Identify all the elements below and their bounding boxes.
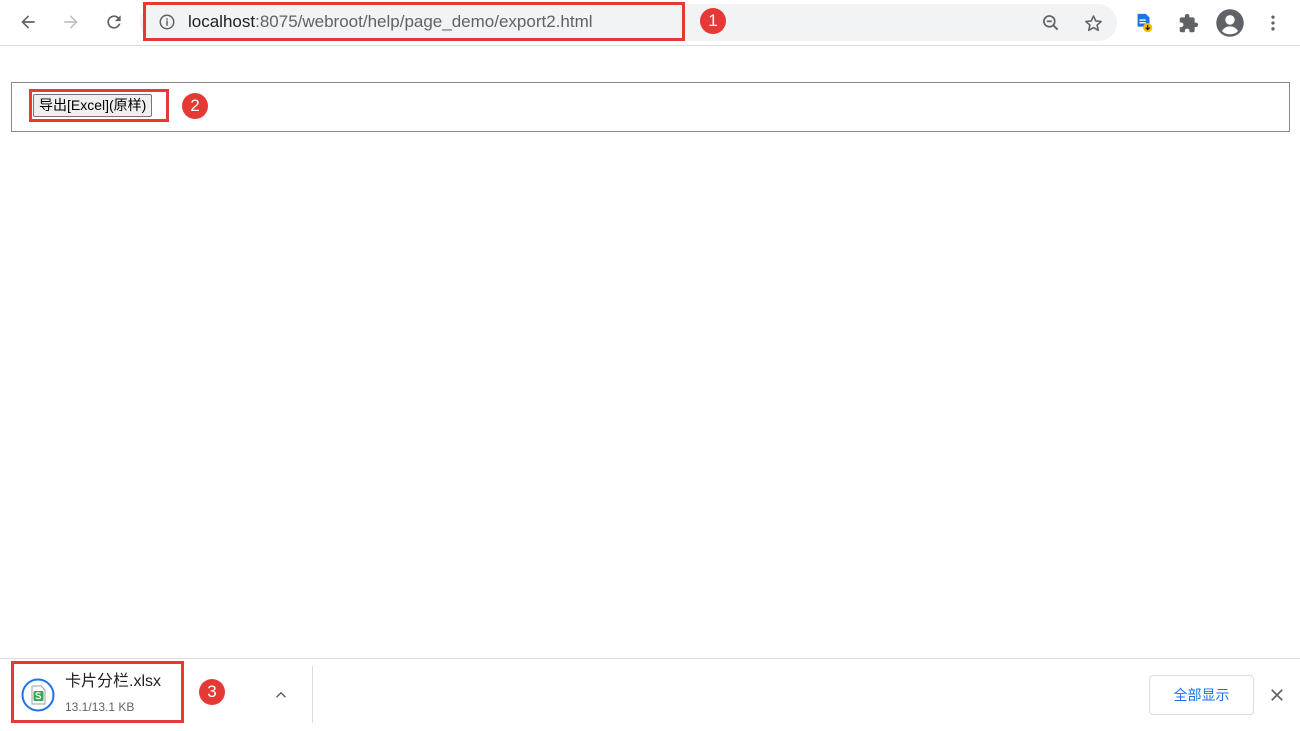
back-arrow-icon xyxy=(21,15,35,29)
reload-button[interactable] xyxy=(99,7,129,37)
chevron-up-icon xyxy=(275,691,287,698)
annotation-badge-1: 1 xyxy=(700,8,726,34)
close-icon xyxy=(1271,689,1283,701)
annotation-box-3 xyxy=(11,661,184,723)
close-download-shelf-button[interactable] xyxy=(1266,684,1288,706)
download-options-button[interactable] xyxy=(270,684,292,706)
annotation-box-2 xyxy=(29,89,169,122)
download-divider xyxy=(312,666,313,723)
annotation-badge-2: 2 xyxy=(182,93,208,119)
star-icon xyxy=(1084,14,1102,31)
zoom-out-icon xyxy=(1043,15,1059,31)
download-shelf xyxy=(0,658,1300,731)
extension-download-button[interactable] xyxy=(1129,8,1159,38)
document-download-icon xyxy=(1137,13,1153,33)
avatar-icon xyxy=(1216,9,1244,37)
forward-arrow-icon xyxy=(64,15,78,29)
menu-button[interactable] xyxy=(1258,8,1288,38)
reload-icon xyxy=(107,15,121,29)
bookmark-button[interactable] xyxy=(1079,9,1107,37)
profile-button[interactable] xyxy=(1215,8,1245,38)
puzzle-icon xyxy=(1179,13,1198,32)
extensions-button[interactable] xyxy=(1173,8,1203,38)
zoom-button[interactable] xyxy=(1037,9,1065,37)
annotation-badge-3: 3 xyxy=(199,679,225,705)
more-vertical-icon xyxy=(1271,15,1275,31)
show-all-downloads-button[interactable]: 全部显示 xyxy=(1149,675,1254,715)
annotation-box-1 xyxy=(143,2,685,41)
back-button[interactable] xyxy=(13,7,43,37)
forward-button[interactable] xyxy=(56,7,86,37)
